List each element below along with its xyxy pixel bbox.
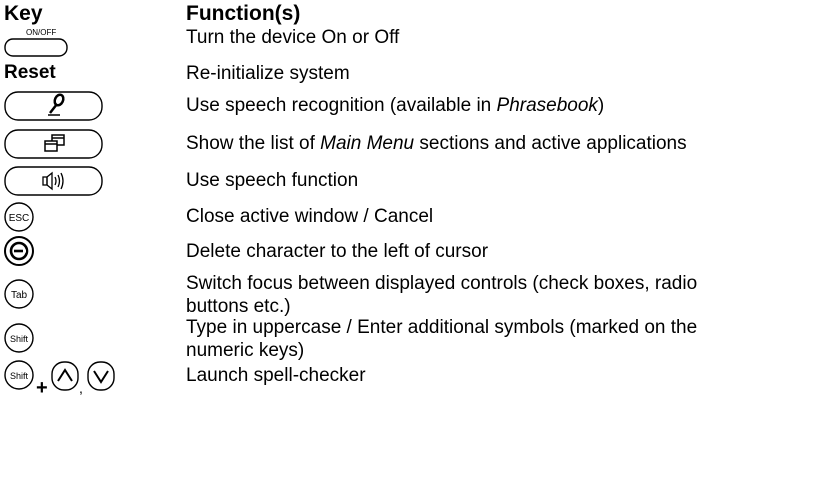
esc-function: Close active window / Cancel xyxy=(186,206,434,227)
backspace-function: Delete character to the left of cursor xyxy=(186,241,489,262)
phrasebook-emphasis: Phrasebook xyxy=(496,95,598,116)
function-text: Show the list of xyxy=(186,133,321,154)
shift-key: Shift xyxy=(4,323,40,355)
microphone-icon xyxy=(48,93,65,116)
backspace-key xyxy=(4,236,40,268)
shift-function: Type in uppercase / Enter additional sym… xyxy=(186,316,836,362)
tab-key-label: Tab xyxy=(11,290,28,301)
up-arrow-icon xyxy=(51,361,79,391)
shift-function-line1: Type in uppercase / Enter additional sym… xyxy=(186,317,698,338)
function-text-end: sections and active applications xyxy=(414,133,687,154)
down-arrow-icon xyxy=(87,361,115,391)
tab-function-line1: Switch focus between displayed controls … xyxy=(186,273,698,294)
backspace-icon xyxy=(9,241,29,261)
main-menu-key xyxy=(4,129,104,161)
main-menu-emphasis: Main Menu xyxy=(320,133,415,154)
on-off-function: Turn the device On or Off xyxy=(186,27,400,48)
function-text: Use speech recognition (available in xyxy=(186,95,497,116)
on-off-key-shape xyxy=(4,38,68,57)
key-column-header: Key xyxy=(4,2,43,25)
shift-key-label: Shift xyxy=(10,334,29,344)
tab-key: Tab xyxy=(4,279,40,311)
speech-recognition-function: Use speech recognition (available in Phr… xyxy=(186,94,836,117)
speech-function-key xyxy=(4,166,104,198)
on-off-key-label: ON/OFF xyxy=(26,28,56,37)
shift-combo-label: Shift xyxy=(10,371,29,381)
tab-function: Switch focus between displayed controls … xyxy=(186,272,836,318)
speech-recognition-key xyxy=(4,91,104,123)
spell-checker-function: Launch spell-checker xyxy=(186,365,366,386)
speech-function-text: Use speech function xyxy=(186,170,359,191)
comma-sign: , xyxy=(79,380,83,396)
function-column-header: Function(s) xyxy=(186,2,301,25)
windows-icon xyxy=(44,134,65,152)
esc-key-label: ESC xyxy=(9,213,30,224)
speaker-icon xyxy=(42,171,64,191)
plus-sign: + xyxy=(36,377,48,399)
shift-function-line2: numeric keys) xyxy=(186,340,305,361)
reset-key-label: Reset xyxy=(4,62,56,83)
spell-checker-key-combo: Shift + , xyxy=(4,360,134,400)
function-text-end: ) xyxy=(597,95,605,116)
main-menu-function: Show the list of Main Menu sections and … xyxy=(186,132,836,155)
reset-function: Re-initialize system xyxy=(186,63,350,84)
esc-key: ESC xyxy=(4,202,40,234)
tab-function-line2: buttons etc.) xyxy=(186,296,291,317)
